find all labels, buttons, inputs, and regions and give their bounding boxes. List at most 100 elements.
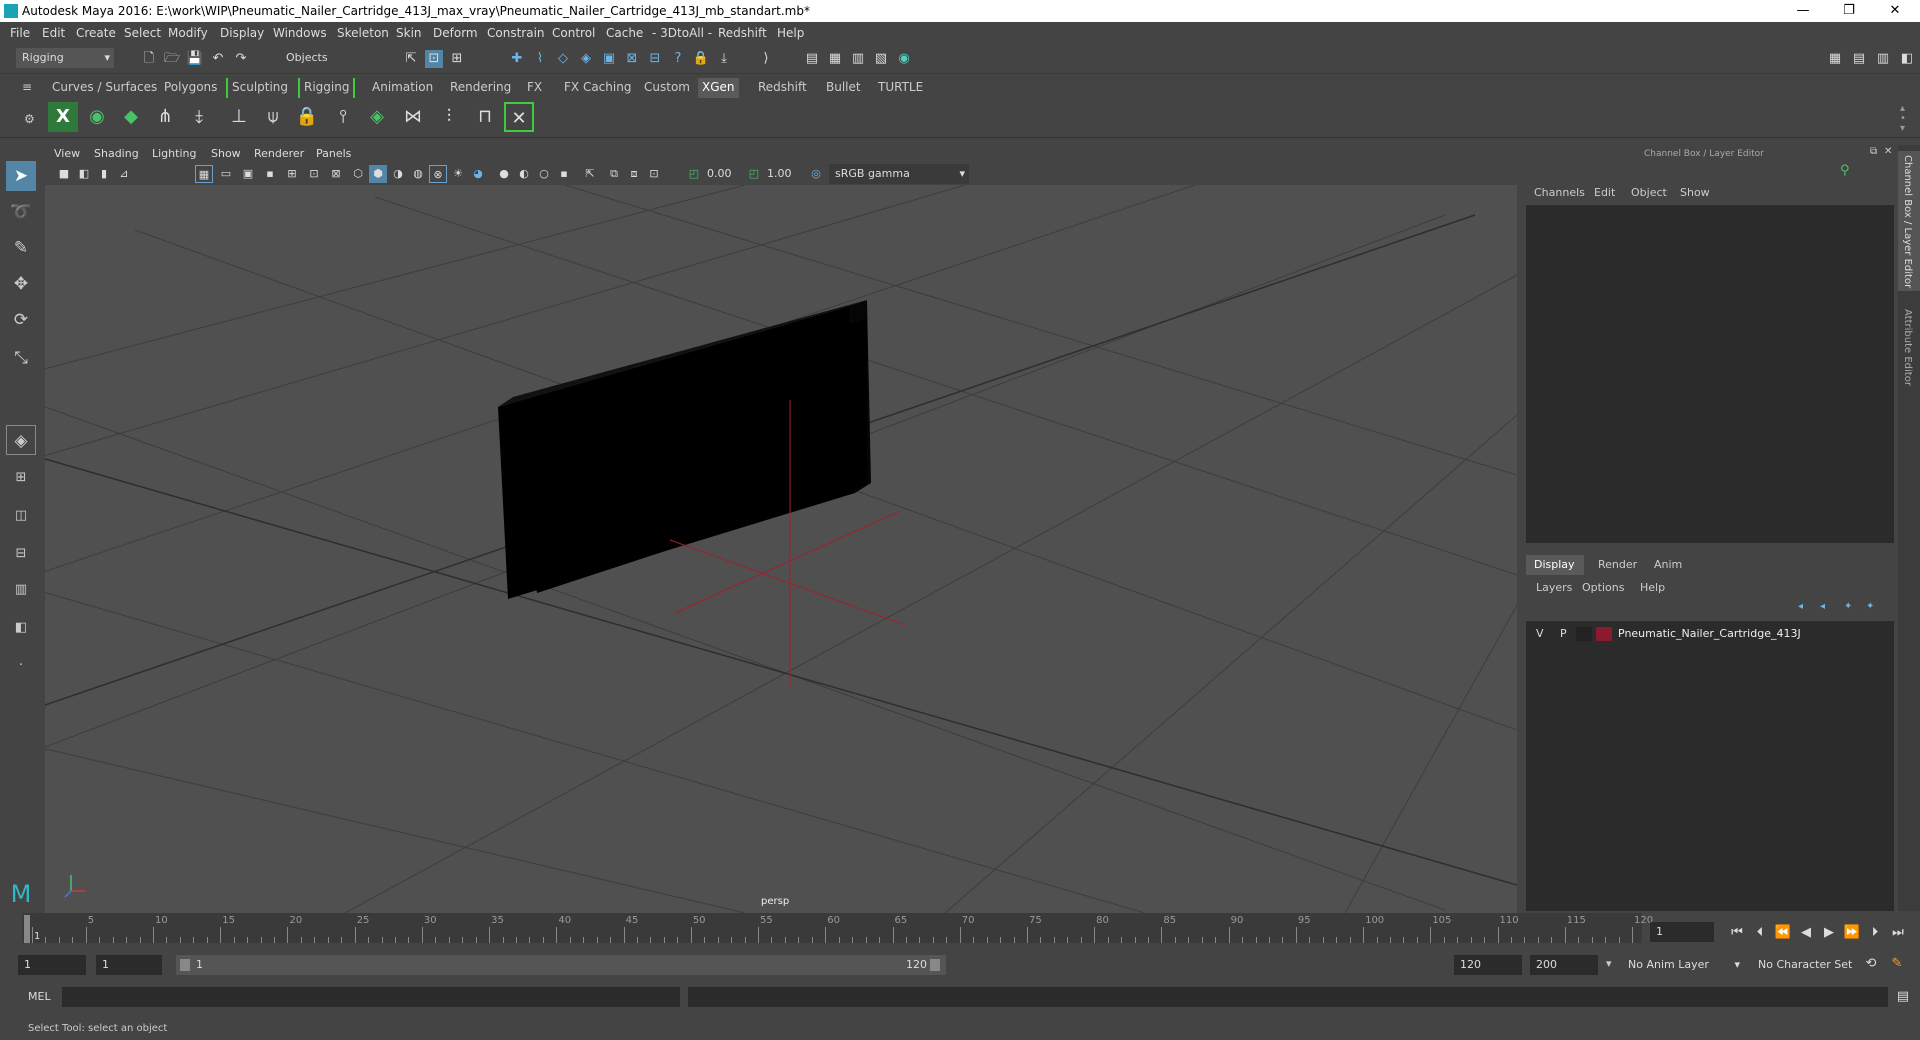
animation-end-field[interactable]: 200 (1530, 955, 1598, 975)
select-tool-icon[interactable]: ➤ (6, 161, 36, 191)
tab-fx[interactable]: FX (523, 78, 546, 98)
side-tab-attribute-editor[interactable]: Attribute Editor (1898, 305, 1920, 395)
menu-redshift[interactable]: Redshift (718, 26, 767, 40)
new-scene-icon[interactable]: 🗋 (140, 50, 158, 68)
exposure-icon[interactable]: ◰ (685, 165, 703, 183)
xray-joints-icon[interactable]: ⧉ (605, 165, 623, 183)
channel-list[interactable] (1526, 205, 1894, 543)
default-material-icon[interactable]: ◑ (389, 165, 407, 183)
wireframe-on-shaded-icon[interactable]: ◍ (409, 165, 427, 183)
screen-space-ao-icon[interactable]: ● (495, 165, 513, 183)
vp-menu-show[interactable]: Show (211, 147, 241, 160)
layer-playback-toggle[interactable]: P (1560, 627, 1567, 640)
image-plane-icon[interactable]: ⊿ (115, 165, 133, 183)
script-editor-icon[interactable]: ▤ (1894, 988, 1912, 1006)
tab-rigging[interactable]: Rigging (298, 78, 356, 98)
bookmark-icon[interactable]: ▮ (95, 165, 113, 183)
snap-point-icon[interactable]: ◇ (554, 50, 572, 68)
snap-surface-icon[interactable]: ▣ (600, 50, 618, 68)
cb-menu-channels[interactable]: Channels (1534, 186, 1585, 199)
selection-mode-dropdown[interactable]: Objects (280, 48, 376, 68)
cb-menu-edit[interactable]: Edit (1594, 186, 1615, 199)
close-panel-icon[interactable]: ✕ (1884, 146, 1892, 157)
layer-color-swatch[interactable] (1596, 627, 1612, 641)
field-chart-icon[interactable]: ⊞ (283, 165, 301, 183)
film-gate-icon[interactable]: ▭ (217, 165, 235, 183)
xgen-lock-guides-icon[interactable]: 🔒 (292, 102, 322, 132)
close-button[interactable]: ✕ (1872, 0, 1918, 22)
range-end-handle[interactable] (930, 959, 940, 971)
xgen-add-guide-icon[interactable]: ⤈ (184, 102, 214, 132)
snap-live-icon[interactable]: ⊟ (646, 50, 664, 68)
menu-help[interactable]: Help (777, 26, 804, 40)
persp-graph-layout-icon[interactable]: ⊟ (6, 539, 36, 569)
restore-button[interactable]: ❐ (1826, 0, 1872, 22)
snap-view-icon[interactable]: ⊠ (623, 50, 641, 68)
color-space-dropdown[interactable]: sRGB gamma ▾ (829, 164, 969, 184)
tab-fx-caching[interactable]: FX Caching (560, 78, 635, 98)
step-back-frame-icon[interactable]: ⏴ (1751, 924, 1769, 942)
xgen-comb-guides-icon[interactable]: ⫶ (434, 102, 464, 132)
tab-display-layers[interactable]: Display (1526, 555, 1584, 575)
float-panel-icon[interactable]: ⧉ (1870, 146, 1877, 157)
select-object-icon[interactable]: ⊡ (425, 50, 443, 68)
xgen-select-guides-icon[interactable]: ⊥ (224, 102, 254, 132)
lock-icon[interactable]: 🔒 (692, 50, 710, 68)
minimize-button[interactable]: — (1780, 0, 1826, 22)
move-layer-up-icon[interactable]: ◂ (1798, 601, 1803, 612)
xgen-preview-icon[interactable]: ◉ (82, 102, 112, 132)
ipr-render-icon[interactable]: ▥ (849, 50, 867, 68)
menu-modify[interactable]: Modify (168, 26, 208, 40)
safe-action-icon[interactable]: ⊡ (305, 165, 323, 183)
tab-curves-surfaces[interactable]: Curves / Surfaces (48, 78, 161, 98)
menu-skin[interactable]: Skin (396, 26, 422, 40)
anim-layer-dropdown[interactable]: No Anim Layer ▾ (1622, 955, 1744, 975)
grid-toggle-icon[interactable]: ▦ (195, 165, 213, 183)
exposure-value[interactable]: 0.00 (707, 167, 732, 180)
tab-bullet[interactable]: Bullet (822, 78, 865, 98)
vp-menu-renderer[interactable]: Renderer (254, 147, 304, 160)
scale-tool-icon[interactable]: ⤡ (6, 343, 36, 373)
cb-menu-object[interactable]: Object (1631, 186, 1667, 199)
vp-menu-panels[interactable]: Panels (316, 147, 351, 160)
menu-deform[interactable]: Deform (433, 26, 478, 40)
channel-box-manip-icon[interactable]: ⚲ (1840, 163, 1850, 178)
layout-options-icon[interactable]: · (6, 651, 36, 681)
shelf-scroll-icon[interactable]: ▴ • ▾ (1900, 104, 1906, 134)
gamma-value[interactable]: 1.00 (767, 167, 792, 180)
channel-box-toggle-icon[interactable]: ◧ (1898, 50, 1916, 68)
chevron-down-icon[interactable]: ▾ (1606, 957, 1612, 970)
persp-outliner-layout-icon[interactable]: ◫ (6, 501, 36, 531)
xgen-place-guides-icon[interactable]: ⋔ (150, 102, 180, 132)
cb-menu-show[interactable]: Show (1680, 186, 1710, 199)
menu-constrain[interactable]: Constrain (487, 26, 545, 40)
anti-aliasing-icon[interactable]: ○ (535, 165, 553, 183)
current-frame-field[interactable]: 1 (1650, 922, 1714, 942)
xgen-cut-guides-icon[interactable]: ⊓ (470, 102, 500, 132)
shelf-settings-icon[interactable]: ⚙ (20, 110, 39, 130)
side-tab-channel-box[interactable]: Channel Box / Layer Editor (1898, 151, 1920, 291)
outliner-toggle-icon[interactable]: ▤ (1850, 50, 1868, 68)
isolate-select-icon[interactable]: ⇱ (581, 165, 599, 183)
xgen-guide-length-icon[interactable]: ⫯ (328, 102, 358, 132)
depth-of-field-icon[interactable]: ▪ (555, 165, 573, 183)
tab-animation[interactable]: Animation (368, 78, 437, 98)
menu-windows[interactable]: Windows (273, 26, 327, 40)
new-empty-layer-icon[interactable]: ✦ (1844, 601, 1852, 612)
menu-skeleton[interactable]: Skeleton (337, 26, 389, 40)
paint-select-tool-icon[interactable]: ✎ (6, 233, 36, 263)
snap-grid-icon[interactable]: ✚ (508, 50, 526, 68)
hypershade-layout-icon[interactable]: ▥ (6, 575, 36, 605)
four-view-layout-icon[interactable]: ⊞ (6, 463, 36, 493)
motion-blur-icon[interactable]: ◐ (515, 165, 533, 183)
gamma-icon[interactable]: ◰ (745, 165, 763, 183)
menu-file[interactable]: File (10, 26, 30, 40)
tab-anim-layers[interactable]: Anim (1648, 555, 1688, 574)
anim-prefs-icon[interactable]: ✎ (1888, 955, 1906, 973)
tab-polygons[interactable]: Polygons (160, 78, 221, 98)
playback-start-field[interactable]: 1 (96, 955, 162, 975)
move-layer-down-icon[interactable]: ◂ (1820, 601, 1825, 612)
step-forward-key-icon[interactable]: ⏩ (1843, 924, 1861, 942)
color-management-icon[interactable]: ◎ (807, 165, 825, 183)
resolution-gate-icon[interactable]: ▣ (239, 165, 257, 183)
